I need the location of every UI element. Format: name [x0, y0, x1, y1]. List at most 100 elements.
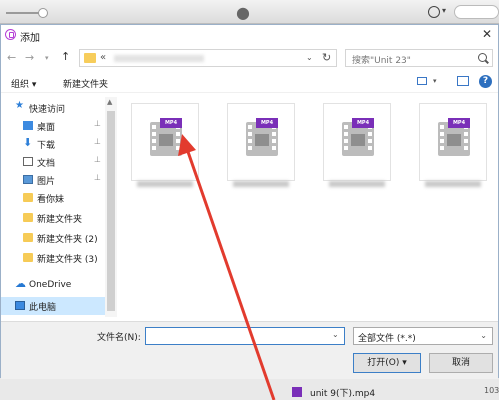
account-icon[interactable] — [428, 6, 440, 18]
mp4-badge: MP4 — [352, 118, 374, 128]
address-bar[interactable]: « ⌄ ↻ — [79, 49, 337, 67]
address-path-blurred — [114, 55, 204, 62]
sidebar-item-label: 文档 — [37, 159, 56, 169]
file-name-blurred — [329, 181, 385, 187]
sidebar-item-label: 此电脑 — [29, 303, 57, 313]
volume-slider-knob[interactable] — [38, 8, 48, 18]
address-dropdown-icon[interactable]: ⌄ — [306, 53, 313, 62]
dialog-title: 添加 — [20, 33, 40, 44]
forward-button[interactable]: → — [25, 51, 34, 64]
mp4-badge: MP4 — [160, 118, 182, 128]
open-button[interactable]: 打开(O) ▾ — [353, 353, 421, 373]
add-file-dialog: 添加 ✕ ← → ▾ ↑ « ⌄ ↻ 搜索"Unit 23" 组织 ▾ 新建文件… — [0, 24, 499, 379]
mp4-badge: MP4 — [256, 118, 278, 128]
open-options-icon[interactable]: ▾ — [402, 358, 407, 368]
itunes-toolbar: ● ▾ — [0, 0, 499, 24]
command-bar: 组织 ▾ 新建文件夹 ▾ ? — [1, 73, 498, 93]
apple-logo-icon: ● — [236, 3, 250, 22]
sidebar-item-label: 看你妹 — [37, 195, 65, 205]
video-file-thumbnail[interactable]: MP4 — [131, 103, 199, 181]
list-item[interactable]: unit 9(下).mp4 103, — [288, 384, 499, 400]
dialog-footer: 文件名(N): ⌄ 全部文件 (*.*) ⌄ 打开(O) ▾ 取消 — [1, 321, 498, 379]
filetype-value: 全部文件 (*.*) — [358, 334, 416, 344]
navigation-bar: ← → ▾ ↑ « ⌄ ↻ 搜索"Unit 23" — [1, 47, 498, 69]
sidebar-item-label: 图片 — [37, 177, 56, 187]
file-name-blurred — [233, 181, 289, 187]
list-item-size: 103, — [484, 386, 499, 395]
file-name-blurred — [137, 181, 193, 187]
recent-locations-button[interactable]: ▾ — [45, 54, 49, 62]
sidebar-item-this-pc[interactable]: 此电脑 — [1, 297, 105, 315]
sidebar-scroll-thumb[interactable] — [107, 111, 115, 311]
chevron-down-icon: ⌄ — [480, 331, 487, 340]
refresh-icon[interactable]: ↻ — [322, 51, 331, 64]
folder-icon — [84, 53, 96, 63]
screen: ● ▾ 添加 ✕ ← → ▾ ↑ « ⌄ ↻ 搜索"Unit 23" 组织 ▾ … — [0, 0, 499, 400]
preview-pane-icon[interactable] — [457, 76, 469, 86]
sidebar-item-folder-4[interactable]: 新建文件夹 (3) — [1, 249, 105, 267]
download-icon: ⬇ — [23, 136, 33, 149]
mp4-badge: MP4 — [448, 118, 470, 128]
scroll-up-icon[interactable]: ▲ — [107, 98, 112, 106]
sidebar-item-desktop[interactable]: 桌面 ⊥ — [1, 117, 105, 135]
close-button[interactable]: ✕ — [482, 27, 492, 41]
file-item[interactable]: MP4 — [217, 103, 305, 195]
sidebar-item-folder-1[interactable]: 看你妹 — [1, 189, 105, 207]
sidebar-item-label: OneDrive — [29, 280, 72, 290]
cancel-button[interactable]: 取消 — [429, 353, 493, 373]
pin-icon: ⊥ — [94, 137, 101, 146]
file-item[interactable]: MP4 — [313, 103, 401, 195]
search-input[interactable]: 搜索"Unit 23" — [345, 49, 493, 67]
search-icon[interactable] — [478, 53, 487, 62]
up-button[interactable]: ↑ — [61, 50, 70, 63]
sidebar-item-label: 下载 — [37, 141, 56, 151]
navigation-pane: ★ 快速访问 桌面 ⊥ ⬇ 下载 ⊥ 文档 ⊥ 图片 ⊥ 看你妹 新建文件夹 新… — [1, 97, 105, 317]
new-folder-button[interactable]: 新建文件夹 — [63, 77, 108, 90]
filename-label: 文件名(N): — [97, 333, 141, 343]
pin-icon: ⊥ — [94, 155, 101, 164]
folder-icon — [23, 193, 33, 202]
video-file-thumbnail[interactable]: MP4 — [419, 103, 487, 181]
view-icon[interactable] — [417, 77, 427, 85]
filename-input[interactable] — [145, 327, 345, 345]
sidebar-item-label: 新建文件夹 (2) — [37, 235, 98, 245]
filetype-select[interactable]: 全部文件 (*.*) ⌄ — [353, 327, 493, 345]
picture-icon — [23, 175, 33, 184]
pin-icon: ⊥ — [94, 119, 101, 128]
sidebar-item-folder-2[interactable]: 新建文件夹 — [1, 209, 105, 227]
file-list: MP4 MP4 MP4 MP4 — [121, 97, 499, 317]
view-dropdown-icon[interactable]: ▾ — [433, 77, 437, 85]
video-file-thumbnail[interactable]: MP4 — [227, 103, 295, 181]
address-overflow[interactable]: « — [100, 52, 106, 63]
computer-icon — [15, 301, 25, 310]
desktop-icon — [23, 121, 33, 130]
back-button[interactable]: ← — [7, 51, 16, 64]
itunes-search-field[interactable] — [454, 5, 499, 19]
organize-menu[interactable]: 组织 ▾ — [11, 77, 36, 90]
star-icon: ★ — [15, 100, 24, 111]
video-file-thumbnail[interactable]: MP4 — [323, 103, 391, 181]
video-file-icon — [292, 387, 302, 397]
sidebar-item-downloads[interactable]: ⬇ 下载 ⊥ — [1, 135, 105, 153]
open-button-label: 打开(O) — [367, 358, 400, 368]
folder-icon — [23, 233, 33, 242]
cloud-icon: ☁ — [15, 277, 26, 290]
document-icon — [23, 157, 33, 166]
sidebar-item-label: 桌面 — [37, 123, 56, 133]
account-caret-icon[interactable]: ▾ — [442, 6, 446, 15]
sidebar-item-label: 快速访问 — [29, 105, 66, 115]
sidebar-item-onedrive[interactable]: ☁ OneDrive — [1, 277, 105, 295]
sidebar-item-quick-access[interactable]: ★ 快速访问 — [1, 99, 105, 117]
sidebar-item-folder-3[interactable]: 新建文件夹 (2) — [1, 229, 105, 247]
search-placeholder: 搜索"Unit 23" — [352, 56, 411, 66]
sidebar-item-label: 新建文件夹 — [37, 215, 83, 225]
folder-icon — [23, 213, 33, 222]
file-item[interactable]: MP4 — [409, 103, 497, 195]
help-icon[interactable]: ? — [479, 75, 492, 88]
file-item[interactable]: MP4 — [121, 103, 209, 195]
filename-dropdown-icon[interactable]: ⌄ — [332, 330, 339, 339]
sidebar-item-pictures[interactable]: 图片 ⊥ — [1, 171, 105, 189]
sidebar-item-label: 新建文件夹 (3) — [37, 255, 98, 265]
list-item-title: unit 9(下).mp4 — [310, 389, 376, 399]
sidebar-item-documents[interactable]: 文档 ⊥ — [1, 153, 105, 171]
